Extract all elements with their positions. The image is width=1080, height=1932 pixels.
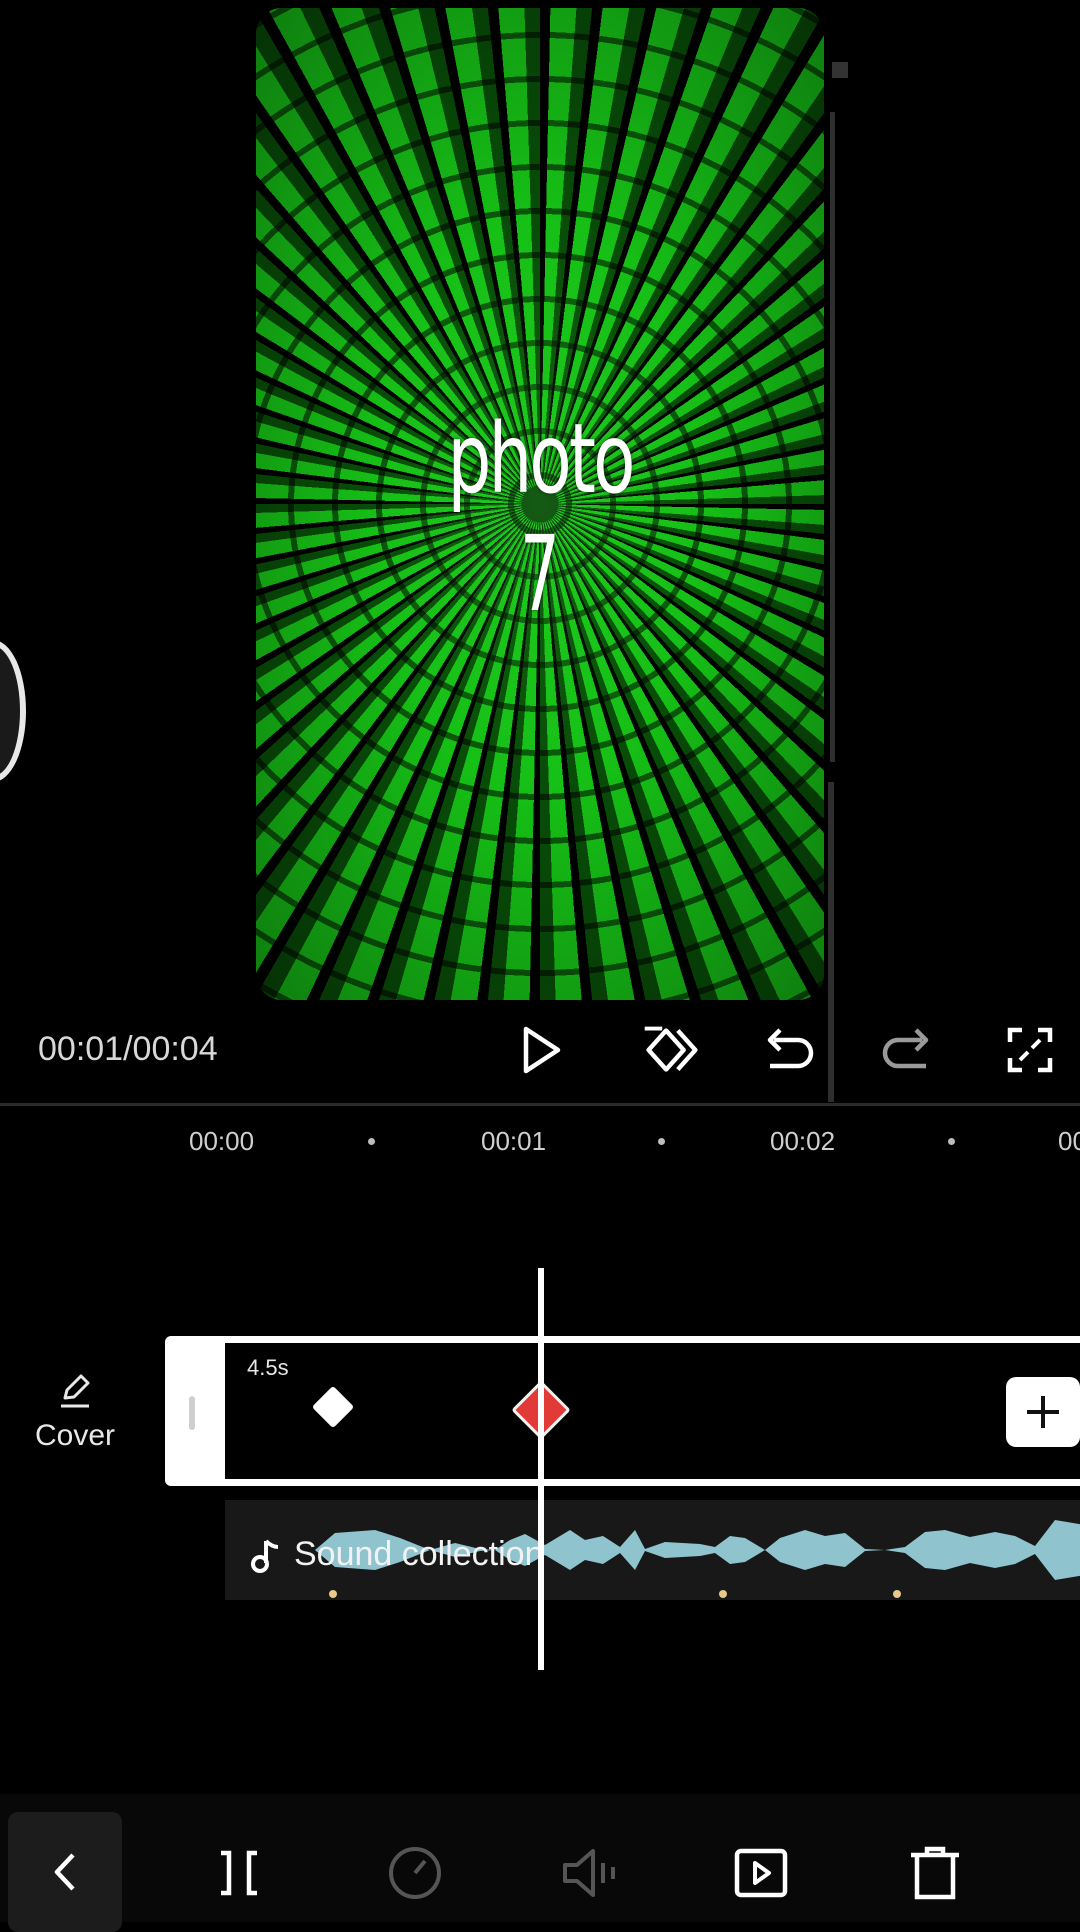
redo-button[interactable] [876, 1018, 940, 1082]
play-button[interactable] [508, 1018, 572, 1082]
speed-icon [389, 1847, 441, 1899]
audio-title: Sound collection [294, 1535, 544, 1573]
preview-text-photo: photo [447, 403, 636, 515]
cover-button[interactable]: Cover [20, 1370, 130, 1453]
cover-label: Cover [34, 1419, 116, 1452]
music-note-icon [251, 1539, 279, 1573]
keyframe-icon [644, 1026, 698, 1072]
clip-duration: 4.5s [247, 1355, 289, 1380]
delete-icon [911, 1846, 959, 1900]
ruler-label: 00 [1058, 1126, 1080, 1156]
back-icon [54, 1853, 75, 1891]
video-clip[interactable] [225, 1336, 1080, 1486]
animation-button[interactable] [726, 1838, 796, 1908]
ruler-label: 00:02 [770, 1126, 836, 1156]
delete-button[interactable] [900, 1838, 970, 1908]
volume-icon [563, 1849, 615, 1897]
speed-button[interactable] [380, 1838, 450, 1908]
animation-icon [734, 1848, 788, 1898]
undo-button[interactable] [756, 1018, 820, 1082]
split-button[interactable] [204, 1838, 274, 1908]
volume-button[interactable] [556, 1838, 626, 1908]
video-preview[interactable]: photo 7 [256, 8, 824, 1000]
floating-handle[interactable] [0, 640, 26, 782]
preview-marker [832, 62, 848, 78]
split-icon [221, 1850, 257, 1896]
redo-icon [882, 1028, 929, 1069]
plus-icon [1027, 1396, 1059, 1428]
ruler-label: 00:00 [189, 1126, 255, 1156]
time-readout: 00:01/00:04 [38, 1030, 218, 1068]
preview-edge-line [830, 112, 835, 762]
beat-marker [329, 1590, 337, 1598]
undo-icon [767, 1028, 814, 1069]
ruler-dot [948, 1138, 955, 1145]
ruler-label: 00:01 [481, 1126, 547, 1156]
edit-pencil-icon [61, 1374, 90, 1408]
audio-track-label: Sound collection [250, 1535, 544, 1574]
keyframe-button[interactable] [632, 1018, 710, 1082]
clip-trim-handle[interactable] [165, 1336, 225, 1486]
playhead[interactable] [538, 1268, 544, 1670]
beat-marker [719, 1590, 727, 1598]
back-button[interactable] [8, 1812, 122, 1932]
fullscreen-button[interactable] [998, 1018, 1062, 1082]
play-icon [523, 1026, 561, 1074]
preview-edge-line [828, 782, 834, 1102]
beat-marker [893, 1590, 901, 1598]
ruler-dot [658, 1138, 665, 1145]
panel-divider [0, 1103, 1080, 1106]
preview-text-number: 7 [520, 513, 560, 635]
fullscreen-icon [1007, 1027, 1053, 1073]
add-clip-button[interactable] [1006, 1377, 1080, 1447]
ruler-dot [368, 1138, 375, 1145]
